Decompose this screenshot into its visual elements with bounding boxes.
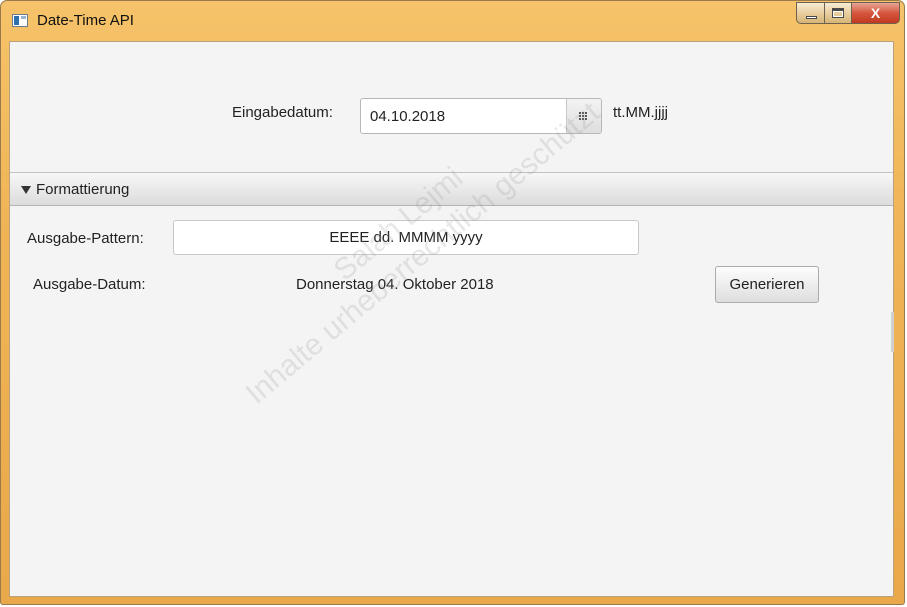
window-controls: X — [796, 2, 900, 24]
close-button[interactable]: X — [852, 2, 900, 24]
minimize-button[interactable] — [796, 2, 825, 24]
formatting-pane-title: Formattierung — [36, 181, 130, 198]
window-title: Date-Time API — [37, 12, 134, 29]
output-date-label: Ausgabe-Datum: — [33, 276, 146, 293]
minimize-icon — [806, 16, 817, 19]
application-window: Date-Time API X Eingabedatum: tt.MM.jjjj — [0, 0, 905, 605]
input-date-label: Eingabedatum: — [232, 104, 333, 121]
calendar-button[interactable] — [566, 99, 601, 133]
maximize-icon — [832, 8, 844, 18]
generate-button[interactable]: Generieren — [715, 266, 819, 303]
date-input[interactable] — [361, 99, 567, 133]
maximize-button[interactable] — [825, 2, 852, 24]
date-format-hint: tt.MM.jjjj — [613, 104, 668, 121]
calendar-icon — [579, 112, 588, 120]
resize-edge — [891, 312, 894, 352]
output-pattern-label: Ausgabe-Pattern: — [27, 230, 144, 247]
expand-arrow-icon — [21, 186, 31, 194]
output-date-value: Donnerstag 04. Oktober 2018 — [296, 276, 494, 293]
formatting-pane-header[interactable]: Formattierung — [10, 172, 893, 206]
date-picker[interactable] — [360, 98, 602, 134]
title-bar[interactable]: Date-Time API X — [1, 1, 904, 41]
output-pattern-input[interactable] — [173, 220, 639, 255]
app-window-icon[interactable] — [12, 14, 28, 27]
client-area: Eingabedatum: tt.MM.jjjj Formattierung A… — [9, 41, 894, 597]
close-icon: X — [870, 5, 881, 21]
